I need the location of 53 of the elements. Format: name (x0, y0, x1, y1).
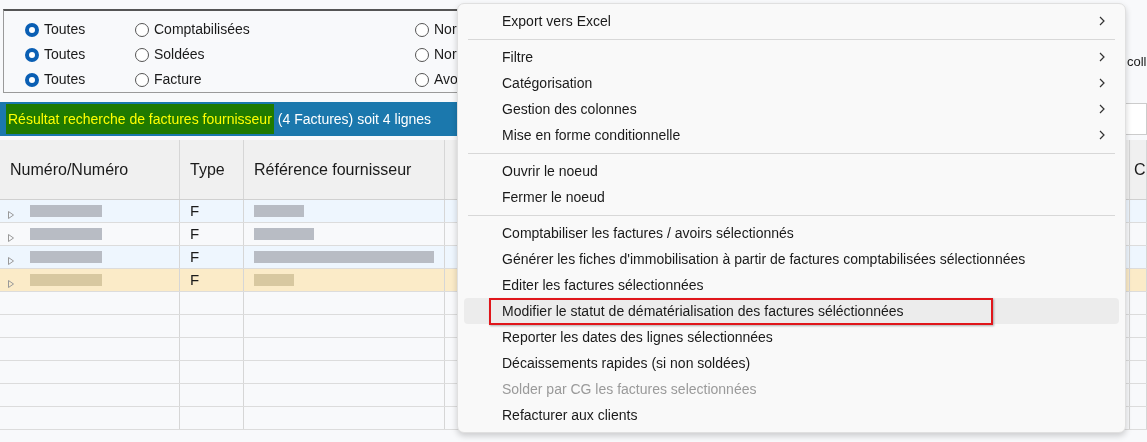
menu-item[interactable]: Modifier le statut de dématérialisation des factures séléctionnées (464, 298, 1119, 324)
menu-item[interactable]: Reporter les dates des lignes sélectionnées (464, 324, 1119, 350)
side-label: coll (1127, 53, 1147, 71)
menu-item[interactable]: Filtre (464, 44, 1119, 70)
menu-item[interactable]: Gestion des colonnes (464, 96, 1119, 122)
menu-item[interactable]: Mise en forme conditionnelle (464, 122, 1119, 148)
blurred-block (254, 228, 314, 240)
menu-item[interactable]: Décaissements rapides (si non soldées) (464, 350, 1119, 376)
column-header[interactable]: C (1134, 157, 1146, 182)
column-header[interactable]: Numéro/Numéro (10, 157, 129, 182)
menu-item[interactable]: Ouvrir le noeud (464, 158, 1119, 184)
radio-button[interactable] (25, 72, 39, 87)
radio-button[interactable] (25, 47, 39, 62)
expand-arrow-icon[interactable] (8, 234, 14, 242)
radio-button[interactable] (135, 22, 149, 37)
radio-label: Toutes (44, 70, 86, 89)
table-cell-text: F (189, 246, 200, 267)
blurred-block (30, 274, 102, 286)
radio-button[interactable] (135, 72, 149, 87)
radio-label: Nor (434, 20, 457, 39)
table-cell-text: F (189, 269, 200, 290)
radio-button[interactable] (415, 22, 429, 37)
radio-label: Soldées (154, 45, 205, 64)
blurred-block (30, 205, 102, 217)
radio-label: Toutes (44, 45, 86, 64)
radio-button[interactable] (415, 47, 429, 62)
menu-item[interactable]: Générer les fiches d'immobilisation à partir de factures comptabilisées sélectionnées (464, 246, 1119, 272)
radio-button[interactable] (25, 22, 39, 37)
menu-item[interactable]: Fermer le noeud (464, 184, 1119, 210)
table-cell-text: F (189, 200, 200, 221)
radio-label: Nor (434, 45, 457, 64)
menu-item[interactable]: Export vers Excel (464, 8, 1119, 34)
column-header[interactable]: Type (190, 157, 225, 182)
result-title: Résultat recherche de factures fournisseur (6, 104, 274, 134)
result-count: (4 Factures) soit 4 lignes (277, 109, 432, 129)
radio-label: Comptabilisées (154, 20, 250, 39)
radio-button[interactable] (415, 72, 429, 87)
menu-item[interactable]: Refacturer aux clients (464, 402, 1119, 428)
radio-button[interactable] (135, 47, 149, 62)
menu-item[interactable]: Editer les factures sélectionnées (464, 272, 1119, 298)
blurred-block (30, 251, 102, 263)
radio-label: Toutes (44, 20, 86, 39)
menu-item[interactable]: Comptabiliser les factures / avoirs sélectionnés (464, 220, 1119, 246)
radio-label: Avo (434, 70, 458, 89)
table-cell-text: F (189, 223, 200, 244)
blurred-block (30, 228, 102, 240)
radio-label: Facture (154, 70, 202, 89)
blurred-block (254, 274, 294, 286)
expand-arrow-icon[interactable] (8, 211, 14, 219)
expand-arrow-icon[interactable] (8, 257, 14, 265)
menu-item[interactable]: Catégorisation (464, 70, 1119, 96)
blurred-block (254, 205, 304, 217)
column-header[interactable]: Référence fournisseur (254, 157, 412, 182)
